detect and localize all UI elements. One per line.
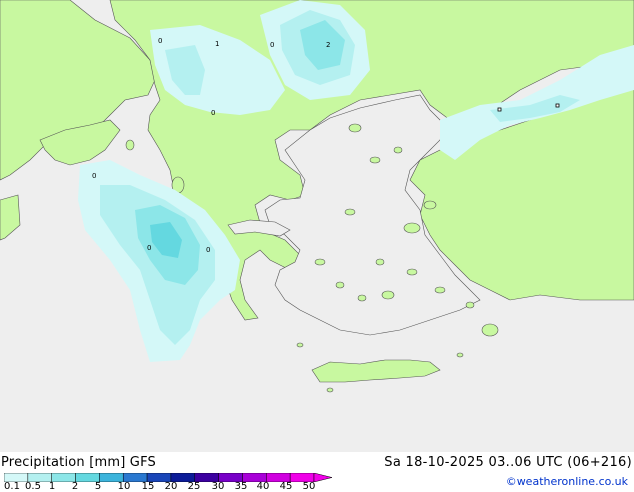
valid-time: Sa 18-10-2025 03..06 UTC (06+216) xyxy=(384,455,632,470)
scale-tick-label: 45 xyxy=(279,481,293,492)
scale-tick-label: 0.1 xyxy=(4,481,20,492)
chart-title: Precipitation [mm] GFS xyxy=(1,455,156,470)
point-value: 0 xyxy=(92,172,96,180)
point-value: 0 xyxy=(211,109,215,117)
point-value: 0 xyxy=(206,246,210,254)
scale-tick-label: 30 xyxy=(211,481,225,492)
scale-tick-label: 10 xyxy=(117,481,131,492)
scale-tick-label: 20 xyxy=(164,481,178,492)
scale-ticks: 0.1 0.5 1 2 5 10 15 20 25 30 35 40 45 50 xyxy=(0,482,340,492)
scale-arrow xyxy=(313,473,332,482)
point-value: 0 xyxy=(147,244,151,252)
point-value: 0 xyxy=(158,37,162,45)
credit-link[interactable]: ©weatheronline.co.uk xyxy=(506,475,628,488)
scale-tick-label: 0.5 xyxy=(25,481,41,492)
scale-tick-label: 15 xyxy=(141,481,155,492)
precipitation-map: 0 1 0 2 0 0 0 0 xyxy=(0,0,634,452)
scale-tick-label: 25 xyxy=(187,481,201,492)
scale-tick-label: 40 xyxy=(256,481,270,492)
point-value: 2 xyxy=(326,41,330,49)
scale-tick-label: 35 xyxy=(234,481,248,492)
scale-tick-label: 50 xyxy=(302,481,316,492)
scale-tick-label: 5 xyxy=(94,481,102,492)
scale-tick-label: 2 xyxy=(71,481,79,492)
point-value: 0 xyxy=(270,41,274,49)
scale-tick-label: 1 xyxy=(48,481,56,492)
point-value: 1 xyxy=(215,40,219,48)
